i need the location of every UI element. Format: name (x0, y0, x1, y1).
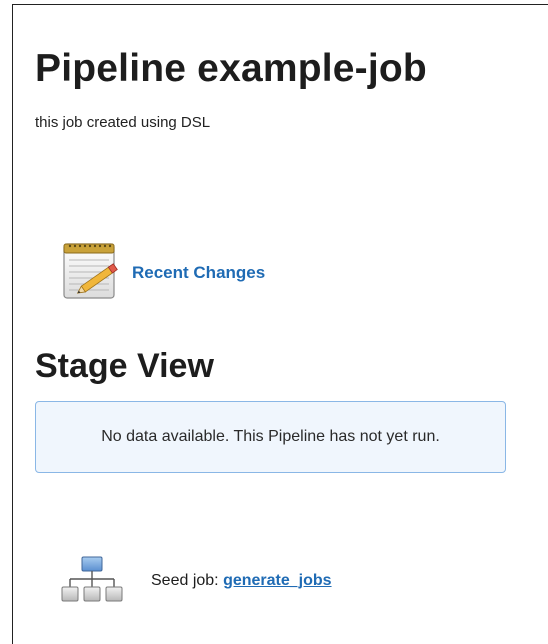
stage-view-empty-message: No data available. This Pipeline has not… (101, 428, 440, 445)
recent-changes-link[interactable]: Recent Changes (132, 263, 265, 283)
page-title: Pipeline example-job (35, 47, 427, 90)
stage-view-heading: Stage View (35, 347, 214, 385)
seed-job-link[interactable]: generate_jobs (223, 572, 331, 589)
recent-changes-link-icon-wrap[interactable] (60, 238, 126, 304)
seed-job-label: Seed job: (151, 572, 219, 589)
page-frame (12, 4, 548, 644)
job-description: this job created using DSL (35, 114, 211, 131)
hierarchy-icon (61, 556, 123, 602)
stage-view-empty-notice: No data available. This Pipeline has not… (35, 401, 506, 473)
notepad-icon (63, 243, 118, 299)
seed-job-info: Seed job: generate_jobs (151, 572, 332, 590)
